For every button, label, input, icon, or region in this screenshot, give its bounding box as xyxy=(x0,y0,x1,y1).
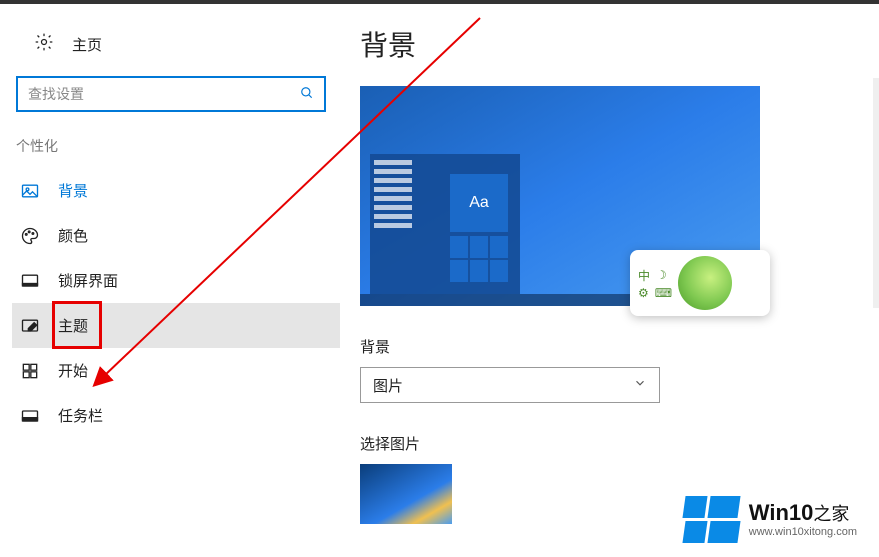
moon-icon: ☽ xyxy=(656,268,667,282)
palette-icon xyxy=(20,226,50,246)
page-title: 背景 xyxy=(360,24,879,64)
home-button[interactable]: 主页 xyxy=(12,24,340,64)
search-input[interactable] xyxy=(28,86,300,102)
sidebar-item-start[interactable]: 开始 xyxy=(12,348,340,393)
chevron-down-icon xyxy=(633,376,647,394)
choose-image-label: 选择图片 xyxy=(360,433,879,454)
search-input-container[interactable] xyxy=(16,76,326,112)
sidebar-item-label: 锁屏界面 xyxy=(58,270,118,291)
sidebar-item-lockscreen[interactable]: 锁屏界面 xyxy=(12,258,340,303)
ime-widget: 中 ☽ ⚙ ⌨ xyxy=(630,250,770,316)
sidebar-item-label: 任务栏 xyxy=(58,405,103,426)
brand-main: Win10 xyxy=(749,500,814,525)
brand-url: www.win10xitong.com xyxy=(749,526,857,538)
theme-icon xyxy=(20,316,50,336)
sidebar-item-background[interactable]: 背景 xyxy=(12,168,340,213)
lockscreen-icon xyxy=(20,271,50,291)
start-icon xyxy=(20,361,50,381)
search-icon xyxy=(300,86,314,103)
bg-dropdown-value: 图片 xyxy=(373,375,403,396)
sidebar-item-themes[interactable]: 主题 xyxy=(12,303,340,348)
windows-logo-icon xyxy=(684,496,739,543)
image-thumbnail[interactable] xyxy=(360,464,452,524)
brand-sub: 之家 xyxy=(813,504,849,524)
section-label: 个性化 xyxy=(12,132,340,168)
gear-icon: ⚙ xyxy=(638,286,649,300)
sidebar: 主页 个性化 背景 xyxy=(0,4,340,553)
desktop-preview: Aa 中 ☽ ⚙ ⌨ xyxy=(360,86,760,306)
bg-field-label: 背景 xyxy=(360,336,879,357)
sidebar-item-label: 颜色 xyxy=(58,225,88,246)
bg-dropdown[interactable]: 图片 xyxy=(360,367,660,403)
home-label: 主页 xyxy=(72,34,102,55)
taskbar-icon xyxy=(20,406,50,426)
picture-icon xyxy=(20,181,50,201)
sidebar-item-label: 开始 xyxy=(58,360,88,381)
ime-lang-indicator: 中 xyxy=(638,267,650,284)
scrollbar[interactable] xyxy=(873,78,879,308)
main-content: 背景 Aa 中 ☽ ⚙ ⌨ 背景 图片 选择图片 xyxy=(340,4,879,553)
preview-tile-text: Aa xyxy=(450,174,508,232)
gear-icon xyxy=(34,32,54,56)
sidebar-item-label: 主题 xyxy=(58,315,88,336)
sidebar-item-label: 背景 xyxy=(58,180,88,201)
watermark: Win10之家 www.win10xitong.com xyxy=(684,496,857,543)
sidebar-item-colors[interactable]: 颜色 xyxy=(12,213,340,258)
key-icon: ⌨ xyxy=(655,286,672,300)
preview-start-menu: Aa xyxy=(370,154,520,294)
flower-icon xyxy=(678,256,732,310)
sidebar-item-taskbar[interactable]: 任务栏 xyxy=(12,393,340,438)
